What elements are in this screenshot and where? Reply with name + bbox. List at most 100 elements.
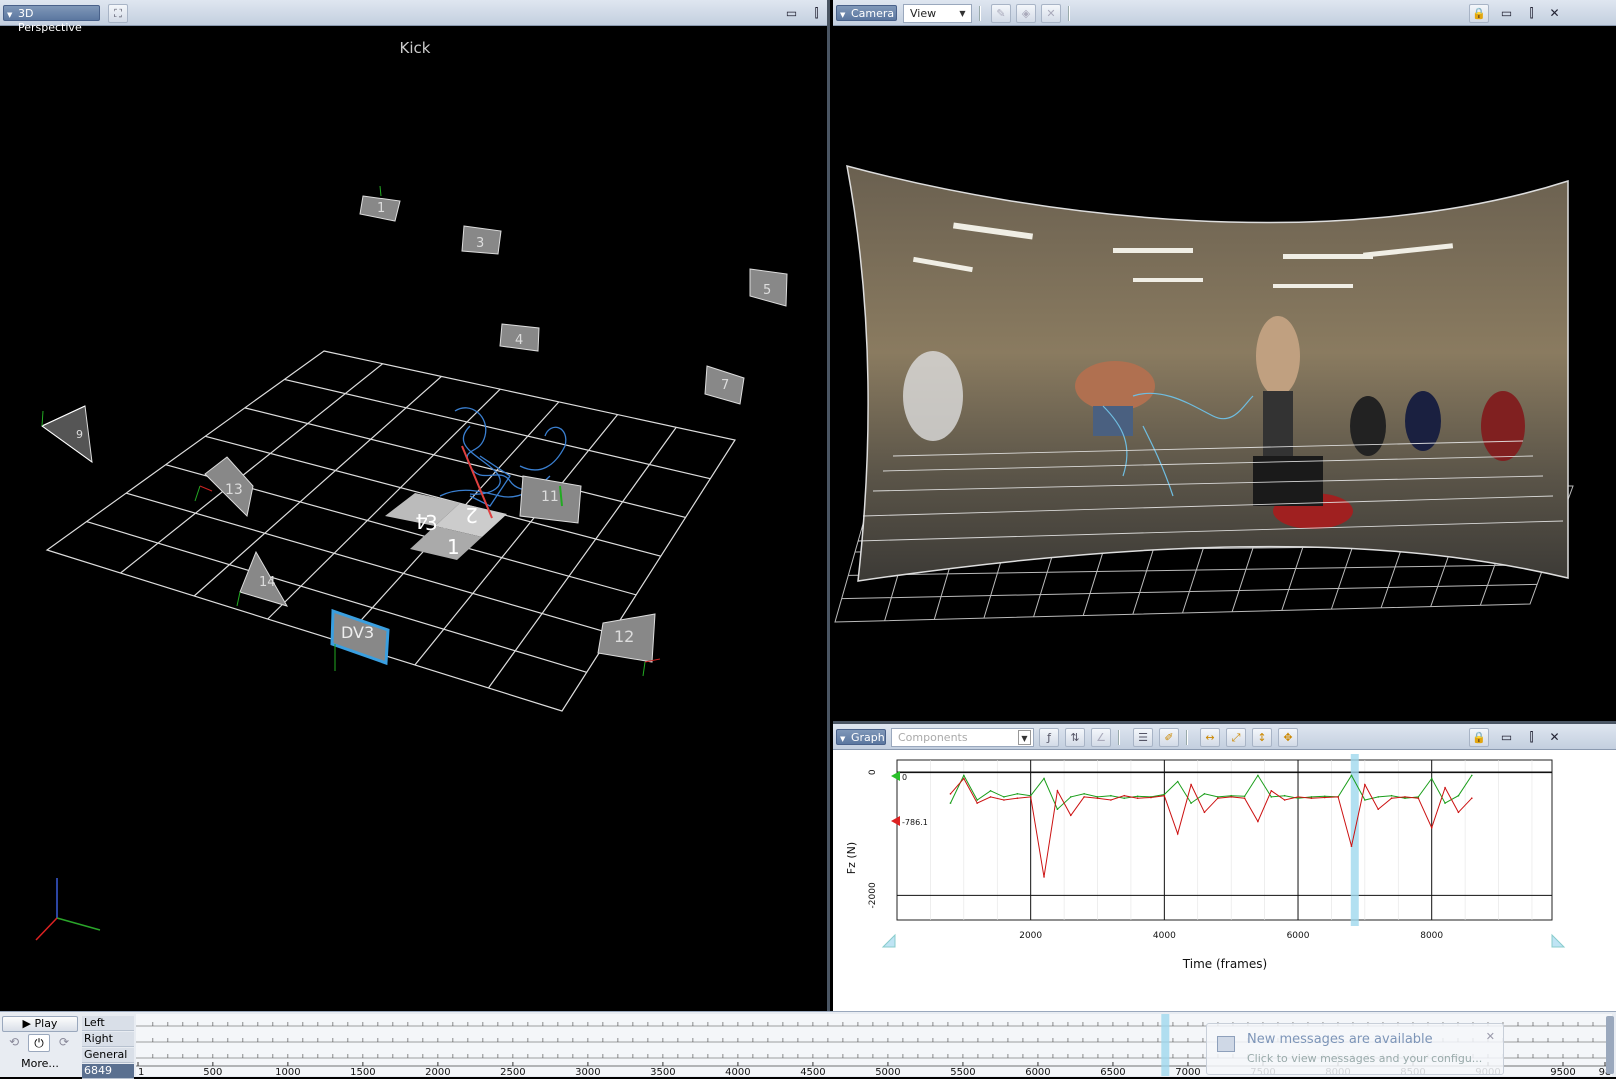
close-icon[interactable]: ✕: [1546, 729, 1563, 746]
series-point: [1404, 796, 1406, 798]
camera-dv3-label: DV3: [341, 623, 374, 642]
perspective-panel[interactable]: 3D Perspective ⛶ ▭ ⫿ ✕ Kick 4 3 2 1: [0, 0, 830, 1011]
fit-vertical-icon[interactable]: ↕: [1252, 728, 1272, 747]
perspective-viewport[interactable]: Kick 4 3 2 1 1: [0, 26, 830, 1011]
sort-icon[interactable]: ⇅: [1065, 728, 1085, 747]
lock-icon[interactable]: 🔒: [1469, 4, 1489, 23]
camera-14[interactable]: 14: [237, 552, 287, 606]
series-point: [1444, 802, 1446, 804]
series-point: [1150, 797, 1152, 799]
pan-icon[interactable]: ✥: [1278, 728, 1298, 747]
value-marker-icon[interactable]: [891, 816, 900, 826]
axis-gizmo: [36, 878, 100, 940]
view-dropdown[interactable]: View▼: [903, 4, 972, 23]
force-graph[interactable]: 20004000600080000-2000 Fz (N) Time (fram…: [833, 750, 1616, 1011]
minimize-icon[interactable]: ▭: [783, 5, 800, 22]
series-point: [963, 778, 965, 780]
x-tick-label: 8000: [1420, 931, 1443, 941]
clear-icon[interactable]: ✐: [1159, 728, 1179, 747]
right-scrollbar[interactable]: [1606, 1016, 1614, 1074]
frame-tick-label: 6500: [1100, 1067, 1125, 1076]
frame-tick-label: 1500: [350, 1067, 375, 1076]
camera-3[interactable]: 3: [462, 226, 501, 254]
camera-12[interactable]: 12: [598, 614, 660, 676]
camera-1[interactable]: 1: [360, 186, 400, 221]
function-icon[interactable]: ƒ: [1039, 728, 1059, 747]
fit-horizontal-icon[interactable]: ↔: [1200, 728, 1220, 747]
row-right-label: Right: [82, 1032, 134, 1047]
close-icon[interactable]: ✕: [1546, 5, 1563, 22]
series-point: [1190, 784, 1192, 786]
components-dropdown[interactable]: Components▼: [891, 728, 1034, 747]
camera-4[interactable]: 4: [500, 324, 539, 351]
range-end-handle[interactable]: [1552, 935, 1564, 947]
angle-icon[interactable]: ∠: [1091, 728, 1111, 747]
series-point: [1418, 797, 1420, 799]
camera-3-label: 3: [476, 236, 484, 251]
series-point: [1043, 778, 1045, 780]
camera-12-label: 12: [614, 627, 634, 646]
list-icon[interactable]: ☰: [1133, 728, 1153, 747]
graph-panel[interactable]: Graph Components▼ ƒ ⇅ ∠ ☰ ✐ ↔ ⤢ ↕ ✥ 🔒 ▭ …: [833, 721, 1616, 1011]
toast-close-icon[interactable]: ✕: [1486, 1030, 1495, 1043]
graph-title-dropdown[interactable]: Graph: [836, 729, 886, 745]
split-icon[interactable]: ⫿: [1523, 5, 1540, 22]
series-point: [1030, 796, 1032, 798]
series-point: [1110, 795, 1112, 797]
camera-7[interactable]: 7: [705, 366, 744, 404]
camera-11-label: 11: [541, 489, 559, 505]
eraser-icon[interactable]: ◈: [1016, 4, 1036, 23]
series-point: [976, 802, 978, 804]
series-point: [1003, 796, 1005, 798]
series-point: [1230, 796, 1232, 798]
series-point: [1177, 781, 1179, 783]
series-point: [950, 793, 952, 795]
series-point: [1270, 796, 1272, 798]
loop-forward-icon[interactable]: ⟳: [54, 1035, 74, 1051]
force-plates: 4 3 2 1: [385, 493, 507, 560]
camera-title-dropdown[interactable]: Camera: [836, 5, 897, 21]
loop-back-icon[interactable]: ⟲: [4, 1035, 24, 1051]
message-icon: [1217, 1036, 1235, 1052]
zero-marker-icon[interactable]: [891, 771, 900, 781]
camera-viewport[interactable]: [833, 26, 1616, 718]
toast-subtitle: Click to view messages and your configu.…: [1247, 1052, 1482, 1065]
split-icon[interactable]: ⫿: [1523, 729, 1540, 746]
value-marker-label: -786.1: [902, 818, 928, 827]
perspective-title-dropdown[interactable]: 3D Perspective: [3, 5, 100, 21]
series-point: [1431, 827, 1433, 829]
power-icon[interactable]: ⏻: [28, 1034, 50, 1052]
notification-toast[interactable]: New messages are available Click to view…: [1206, 1023, 1504, 1075]
series-point: [1471, 797, 1473, 799]
range-start-handle[interactable]: [883, 935, 895, 947]
fit-view-icon[interactable]: ⛶: [108, 4, 128, 23]
camera-9[interactable]: 9: [42, 406, 92, 462]
series-point: [1070, 815, 1072, 817]
toast-title: New messages are available: [1247, 1032, 1433, 1047]
series-point: [1311, 797, 1313, 799]
minimize-icon[interactable]: ▭: [1498, 729, 1515, 746]
camera-5[interactable]: 5: [750, 269, 787, 306]
timeline-cursor[interactable]: [1161, 1014, 1169, 1076]
split-icon[interactable]: ⫿: [808, 5, 825, 22]
frame-tick-label: 2000: [425, 1067, 450, 1076]
series-point: [1083, 793, 1085, 795]
graph-lock-icon[interactable]: 🔒: [1469, 728, 1489, 747]
time-cursor[interactable]: [1351, 754, 1359, 926]
fit-all-icon[interactable]: ⤢: [1226, 728, 1246, 747]
series-point: [1364, 799, 1366, 801]
pen-icon[interactable]: ✎: [991, 4, 1011, 23]
more-button[interactable]: More...: [2, 1055, 78, 1073]
plot-area: [897, 760, 1552, 920]
camera-5-label: 5: [763, 283, 771, 298]
camera-dv3[interactable]: DV3: [332, 611, 388, 671]
minimize-icon[interactable]: ▭: [1498, 5, 1515, 22]
delete-icon[interactable]: ✕: [1041, 4, 1061, 23]
camera-1-label: 1: [377, 201, 385, 216]
series-point: [1083, 796, 1085, 798]
camera-11[interactable]: 11: [520, 476, 581, 523]
camera-header: Camera View▼ ✎ ◈ ✕ 🔒 ▭ ⫿ ✕: [833, 0, 1616, 26]
play-button[interactable]: ▶ Play: [2, 1016, 78, 1032]
camera-panel[interactable]: Camera View▼ ✎ ◈ ✕ 🔒 ▭ ⫿ ✕: [833, 0, 1616, 718]
frame-tick-label: 7000: [1175, 1067, 1200, 1076]
